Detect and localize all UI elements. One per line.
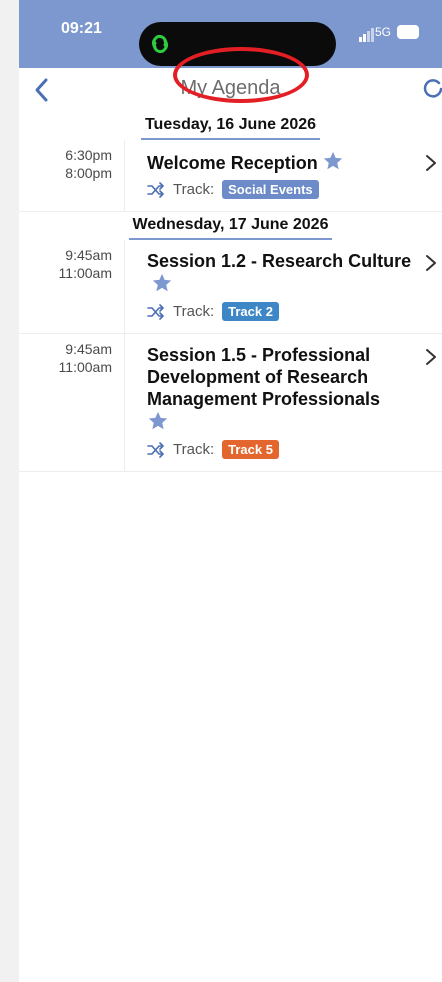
session-time: 6:30pm 8:00pm <box>19 140 125 211</box>
link-icon <box>152 34 168 54</box>
session-title: Welcome Reception <box>147 150 414 174</box>
session-content: Session 1.2 - Research Culture Track: Tr… <box>125 240 442 333</box>
date-header: Wednesday, 17 June 2026 <box>19 212 442 240</box>
signal-icon <box>359 28 374 42</box>
session-row[interactable]: 9:45am 11:00am Session 1.2 - Research Cu… <box>19 240 442 334</box>
status-time: 09:21 <box>61 20 102 37</box>
session-title: Session 1.5 - Professional Development o… <box>147 344 414 434</box>
highlight-circle <box>173 47 309 103</box>
chevron-right-icon[interactable] <box>424 254 438 272</box>
end-time: 11:00am <box>58 265 112 281</box>
track-badge: Track 2 <box>222 302 279 321</box>
track-label: Track: <box>173 303 215 320</box>
session-time: 9:45am 11:00am <box>19 240 125 333</box>
start-time: 6:30pm <box>65 147 112 163</box>
star-icon[interactable] <box>147 410 169 432</box>
shuffle-icon <box>147 303 164 320</box>
session-content: Welcome Reception Track: Social Events <box>125 140 442 211</box>
session-row[interactable]: 6:30pm 8:00pm Welcome Reception Track: S… <box>19 140 442 212</box>
start-time: 9:45am <box>65 341 112 357</box>
chevron-right-icon[interactable] <box>424 348 438 366</box>
session-content: Session 1.5 - Professional Development o… <box>125 334 442 471</box>
session-time: 9:45am 11:00am <box>19 334 125 471</box>
shuffle-icon <box>147 441 164 458</box>
battery-icon <box>397 25 419 39</box>
end-time: 11:00am <box>58 359 112 375</box>
agenda-list: Tuesday, 16 June 2026 6:30pm 8:00pm Welc… <box>19 112 442 472</box>
track-row: Track: Social Events <box>147 180 414 199</box>
session-row[interactable]: 9:45am 11:00am Session 1.5 - Professiona… <box>19 334 442 472</box>
track-label: Track: <box>173 181 215 198</box>
shuffle-icon <box>147 181 164 198</box>
start-time: 9:45am <box>65 247 112 263</box>
chevron-right-icon[interactable] <box>424 154 438 172</box>
end-time: 8:00pm <box>65 165 112 181</box>
track-badge: Social Events <box>222 180 319 199</box>
track-badge: Track 5 <box>222 440 279 459</box>
app-screen: 09:21 5G My Agenda Tuesday, 16 June 2026 <box>19 0 442 982</box>
refresh-icon[interactable] <box>421 76 442 100</box>
session-title: Session 1.2 - Research Culture <box>147 250 414 296</box>
star-icon[interactable] <box>322 150 344 172</box>
track-label: Track: <box>173 441 215 458</box>
track-row: Track: Track 5 <box>147 440 414 459</box>
track-row: Track: Track 2 <box>147 302 414 321</box>
date-header: Tuesday, 16 June 2026 <box>19 112 442 140</box>
star-icon[interactable] <box>151 272 173 294</box>
network-label: 5G <box>375 25 392 39</box>
